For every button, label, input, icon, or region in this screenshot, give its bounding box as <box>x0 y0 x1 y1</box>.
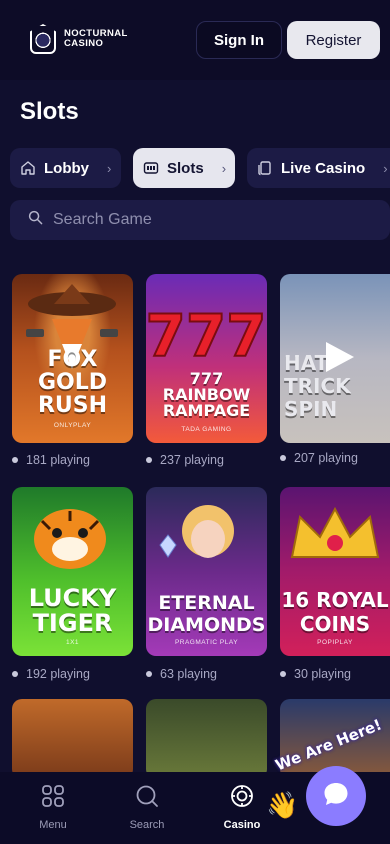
status-dot <box>280 455 286 461</box>
player-count: 237 playing <box>146 453 224 467</box>
search-icon <box>28 210 43 230</box>
grid-icon <box>41 784 65 811</box>
home-icon <box>20 160 36 176</box>
category-label: Live Casino <box>281 159 366 177</box>
status-dot <box>12 457 18 463</box>
status-dot <box>12 671 18 677</box>
play-icon[interactable] <box>326 342 354 372</box>
search-icon <box>135 784 159 811</box>
cards-icon <box>257 160 273 176</box>
svg-text:777: 777 <box>146 302 267 370</box>
player-count: 30 playing <box>280 667 351 681</box>
game-tile-zombie[interactable] <box>146 699 267 779</box>
game-tile-777-rainbow-rampage[interactable]: 777 777 RAINBOW RAMPAGE TADA GAMING <box>146 274 267 443</box>
game-provider: 1X1 <box>65 639 80 646</box>
category-label: Lobby <box>44 159 89 177</box>
slot-machine-icon <box>143 160 159 176</box>
category-label: Slots <box>167 159 204 177</box>
category-tab-lobby[interactable]: Lobby › <box>10 148 121 188</box>
nav-item-menu[interactable]: Menu <box>13 784 93 831</box>
status-dot <box>280 671 286 677</box>
owl-logo-icon <box>30 24 56 54</box>
chevron-right-icon: › <box>221 160 227 176</box>
player-count: 181 playing <box>12 453 90 467</box>
search-input[interactable] <box>53 211 353 229</box>
player-count: 63 playing <box>146 667 217 681</box>
player-count-text: 63 playing <box>160 667 217 681</box>
game-tile-hat-trick-spin[interactable]: HAT-TRICK SPIN <box>280 274 390 443</box>
game-title: FOX GOLD RUSH <box>37 347 108 418</box>
game-provider: PRAGMATIC PLAY <box>174 639 239 646</box>
game-title: 777 RAINBOW RAMPAGE <box>162 369 251 420</box>
brand-name: NOCTURNAL CASINO <box>64 29 128 49</box>
nav-label: Menu <box>39 819 67 831</box>
player-count-text: 237 playing <box>160 453 224 467</box>
search-box[interactable] <box>10 200 390 240</box>
sign-in-button[interactable]: Sign In <box>196 21 282 59</box>
game-tile-eternal-diamonds[interactable]: ETERNAL DIAMONDS PRAGMATIC PLAY <box>146 487 267 656</box>
player-count-text: 192 playing <box>26 667 90 681</box>
game-thumbnail <box>146 699 267 779</box>
player-count: 207 playing <box>280 451 358 465</box>
category-tab-slots[interactable]: Slots › <box>133 148 235 188</box>
casino-chip-icon <box>230 784 254 811</box>
game-title: ETERNAL DIAMONDS <box>147 592 266 636</box>
game-tile-monkey[interactable] <box>12 699 133 779</box>
player-count-text: 181 playing <box>26 453 90 467</box>
nav-item-search[interactable]: Search <box>107 784 187 831</box>
game-tile-16-royal-coins[interactable]: 16 ROYAL COINS POPIPLAY <box>280 487 390 656</box>
category-tab-live-casino[interactable]: Live Casino › <box>247 148 390 188</box>
waving-hand-icon: 👋 <box>266 790 299 820</box>
player-count: 192 playing <box>12 667 90 681</box>
status-dot <box>146 457 152 463</box>
game-tile-lucky-tiger[interactable]: LUCKY TIGER 1X1 <box>12 487 133 656</box>
game-title: 16 ROYAL COINS <box>281 588 389 636</box>
nav-label: Casino <box>223 819 261 831</box>
register-button[interactable]: Register <box>287 21 380 59</box>
nav-label: Search <box>129 819 165 831</box>
game-title: LUCKY TIGER <box>28 584 117 637</box>
status-dot <box>146 671 152 677</box>
game-tile-fox-gold-rush[interactable]: FOX GOLD RUSH ONLYPLAY <box>12 274 133 443</box>
top-bar: NOCTURNAL CASINO Sign In Register <box>0 0 390 80</box>
chevron-right-icon: › <box>383 160 388 176</box>
chevron-right-icon: › <box>107 160 112 176</box>
chat-icon <box>321 779 351 814</box>
brand-line-2: CASINO <box>64 38 104 49</box>
game-provider: TADA GAMING <box>181 426 232 433</box>
page-title: Slots <box>20 98 79 125</box>
game-thumbnail <box>12 699 133 779</box>
chat-button[interactable] <box>306 766 366 826</box>
brand-logo[interactable]: NOCTURNAL CASINO <box>30 24 128 54</box>
game-provider: POPIPLAY <box>317 639 353 646</box>
game-provider: ONLYPLAY <box>53 422 92 429</box>
player-count-text: 207 playing <box>294 451 358 465</box>
player-count-text: 30 playing <box>294 667 351 681</box>
